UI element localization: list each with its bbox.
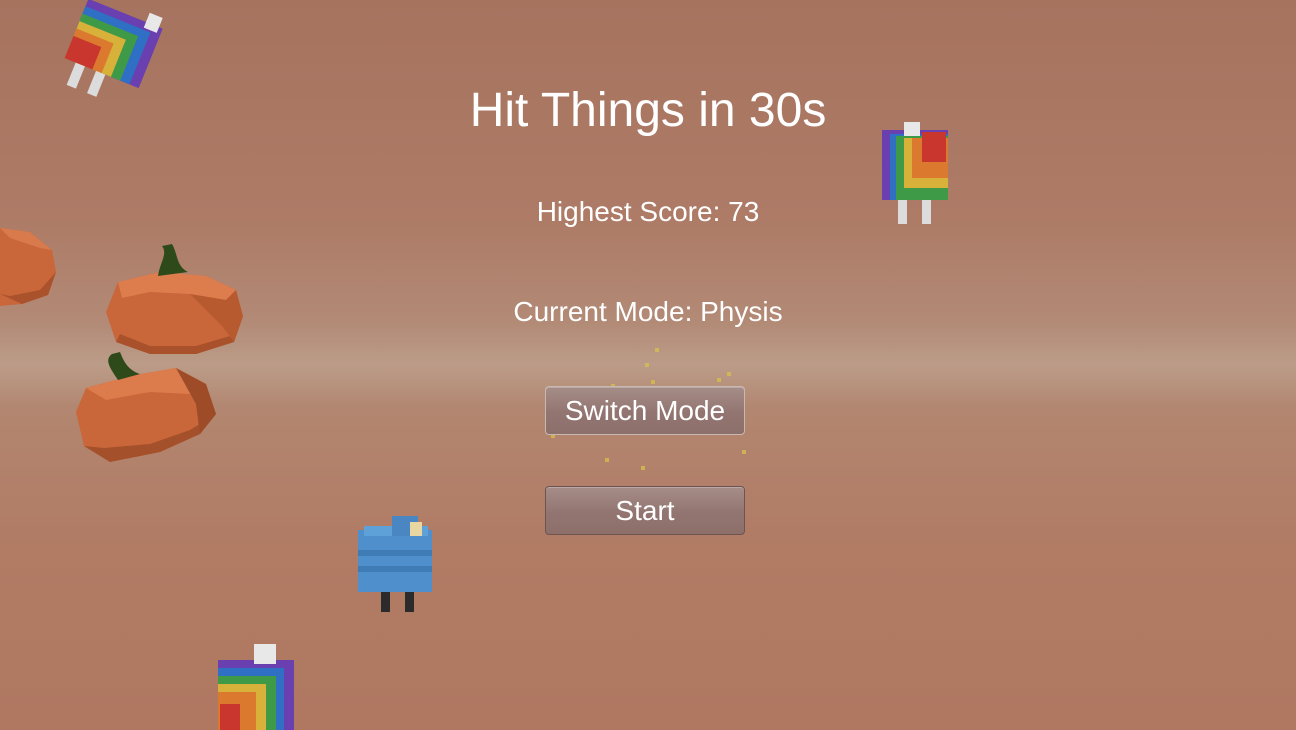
- current-mode-label: Current Mode: Physis: [513, 296, 783, 327]
- highest-score-label: Highest Score: 73: [536, 196, 760, 227]
- main-menu: Hit Things in 30s Highest Score: 73 Curr…: [0, 0, 1296, 730]
- game-title: Hit Things in 30s: [469, 84, 827, 137]
- switch-mode-button[interactable]: Switch Mode: [545, 386, 745, 435]
- start-button[interactable]: Start: [545, 486, 745, 535]
